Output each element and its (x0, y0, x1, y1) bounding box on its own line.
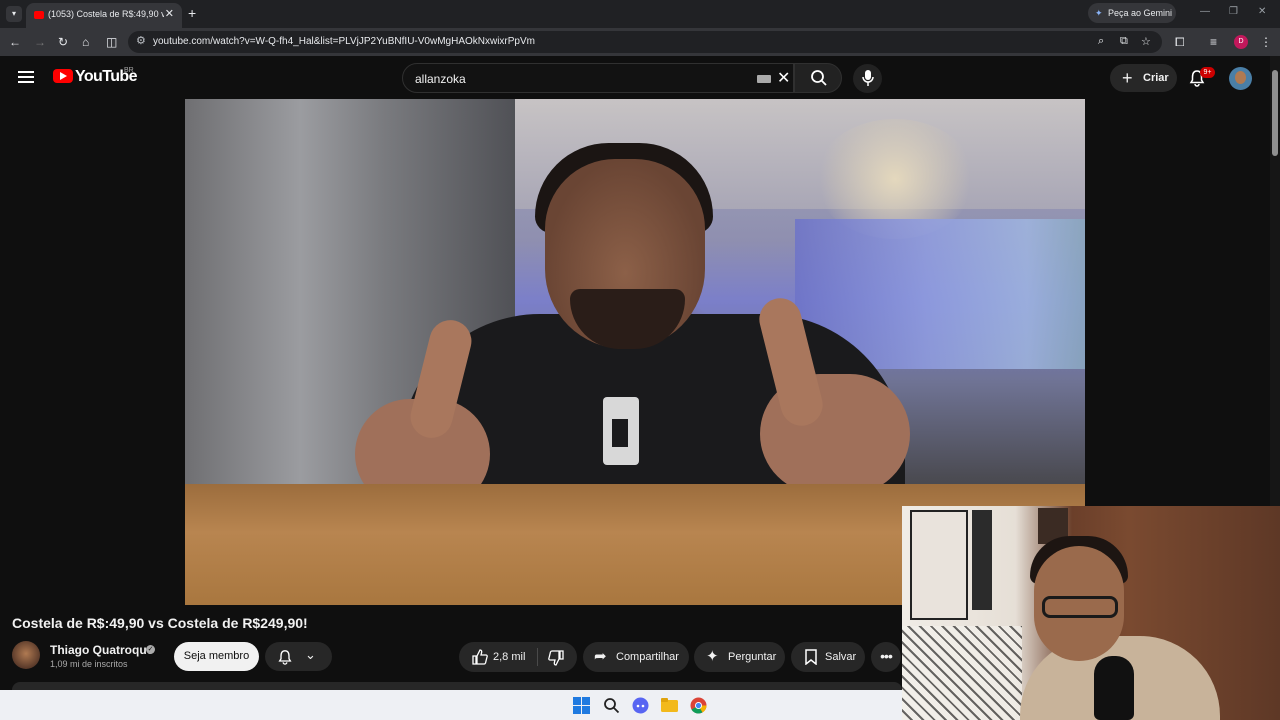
hamburger-icon[interactable] (18, 71, 34, 83)
notification-badge: 9+ (1200, 67, 1215, 78)
verified-check-icon: ✓ (146, 645, 155, 654)
webcam-scene (1094, 656, 1134, 720)
share-label: Compartilhar (616, 651, 679, 663)
home-icon[interactable]: ⌂ (82, 35, 89, 49)
taskbar-search-icon[interactable] (603, 697, 620, 714)
tab-title: (1053) Costela de R$:49,90 vs C (48, 9, 164, 19)
gemini-button[interactable]: ✦ Peça ao Gemini (1088, 3, 1176, 23)
webcam-scene (910, 510, 968, 620)
gemini-label: Peça ao Gemini (1108, 8, 1173, 18)
window-close-icon[interactable]: ✕ (1258, 6, 1266, 17)
dislike-button[interactable] (538, 642, 577, 672)
restore-icon[interactable]: ❐ (1229, 6, 1238, 17)
windows-icon[interactable] (573, 697, 590, 714)
subscription-notification-button[interactable]: ⌄ (265, 642, 332, 671)
save-label: Salvar (825, 651, 857, 663)
join-member-button[interactable]: Seja membro (174, 642, 259, 671)
gemini-sparkle-icon: ✦ (1095, 8, 1103, 18)
webcam-scene (1042, 596, 1118, 618)
share-icon: ➦ (594, 648, 607, 665)
create-label: Criar (1143, 72, 1169, 84)
video-title: Costela de R$:49,90 vs Costela de R$249,… (12, 615, 308, 631)
sparkle-icon: ✦ (706, 648, 719, 665)
search-value[interactable]: allanzoka (415, 72, 466, 86)
country-code: BR (124, 67, 134, 74)
create-button[interactable]: + Criar (1110, 64, 1177, 92)
minimize-icon[interactable]: — (1200, 6, 1210, 17)
channel-avatar[interactable] (12, 641, 40, 669)
ask-label: Perguntar (728, 651, 777, 663)
like-dislike-group: 2,8 mil (459, 642, 577, 672)
discord-icon[interactable] (632, 697, 649, 714)
tab-close-icon[interactable]: ✕ (165, 7, 174, 20)
save-icon (805, 649, 817, 665)
dislike-icon (548, 650, 564, 666)
voice-search-button[interactable] (853, 64, 882, 93)
subscriber-count: 1,09 mi de inscritos (50, 659, 128, 669)
new-tab-button[interactable]: + (188, 5, 196, 21)
more-icon[interactable]: ••• (871, 642, 901, 672)
youtube-favicon-icon (34, 11, 44, 19)
save-button[interactable]: Salvar (791, 642, 865, 672)
back-icon[interactable]: ← (9, 35, 21, 49)
search-button[interactable] (794, 63, 842, 93)
split-icon[interactable]: ◫ (106, 35, 117, 49)
extensions-icon[interactable]: ⧠ (1175, 35, 1185, 49)
scrollbar-thumb[interactable] (1272, 70, 1278, 156)
mic-icon (862, 70, 874, 86)
like-button[interactable]: 2,8 mil (459, 642, 537, 672)
clear-icon[interactable]: ✕ (777, 68, 790, 88)
youtube-logo-icon[interactable] (53, 69, 73, 83)
chrome-icon[interactable] (690, 697, 707, 714)
address-bar[interactable]: ⚙ youtube.com/watch?v=W-Q-fh4_Hal&list=P… (128, 31, 1162, 53)
video-scene (603, 397, 639, 465)
forward-icon[interactable]: → (34, 35, 46, 49)
plus-icon: + (1122, 68, 1133, 88)
files-icon[interactable] (661, 697, 678, 714)
reload-icon[interactable]: ↻ (58, 35, 68, 49)
account-avatar[interactable] (1229, 67, 1252, 90)
browser-tab-active[interactable]: (1053) Costela de R$:49,90 vs C ✕ (26, 3, 182, 28)
media-icon[interactable]: ≡ (1210, 35, 1217, 49)
zoom-icon[interactable]: ⌕ (1098, 35, 1104, 48)
browser-tab-bar: ▾ (1053) Costela de R$:49,90 vs C ✕ + ✦ … (0, 0, 1280, 28)
profile-avatar[interactable]: D (1234, 35, 1248, 49)
channel-name[interactable]: Thiago Quatroque (50, 643, 153, 657)
address-url[interactable]: youtube.com/watch?v=W-Q-fh4_Hal&list=PLV… (153, 36, 535, 47)
youtube-header: YouTube BR allanzoka ✕ + Criar 9+ (0, 56, 1270, 99)
like-icon (472, 649, 488, 665)
menu-dots-icon[interactable]: ⋮ (1260, 35, 1272, 49)
webcam-overlay (902, 506, 1280, 720)
webcam-scene (902, 626, 1022, 720)
install-icon[interactable]: ⧉ (1120, 35, 1128, 48)
webcam-scene (972, 510, 992, 610)
ask-button[interactable]: ✦ Perguntar (694, 642, 785, 672)
browser-toolbar: ← → ↻ ⌂ ◫ ⚙ youtube.com/watch?v=W-Q-fh4_… (0, 28, 1280, 56)
windows-taskbar (0, 690, 902, 720)
search-input[interactable]: allanzoka ✕ (402, 63, 794, 93)
bookmark-star-icon[interactable]: ☆ (1141, 35, 1151, 48)
tune-icon[interactable]: ⚙ (136, 34, 146, 47)
share-button[interactable]: ➦ Compartilhar (583, 642, 689, 672)
bell-icon (278, 650, 292, 665)
keyboard-icon[interactable] (757, 75, 771, 83)
search-icon (811, 70, 827, 86)
chevron-down-icon: ⌄ (305, 647, 316, 662)
tab-list-icon[interactable]: ▾ (6, 6, 22, 22)
like-count: 2,8 mil (493, 651, 526, 663)
